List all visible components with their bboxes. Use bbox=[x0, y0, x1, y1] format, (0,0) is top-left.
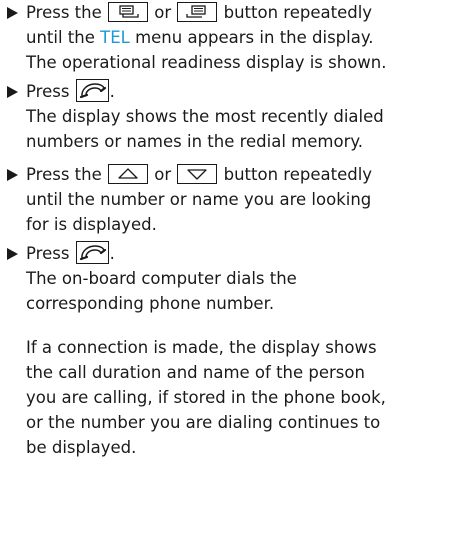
paragraph-line: be displayed. bbox=[26, 438, 137, 457]
step-text: or bbox=[149, 165, 177, 184]
connection-paragraph: If a connection is made, the display sho… bbox=[26, 335, 459, 460]
step-text: button repeatedly bbox=[218, 165, 373, 184]
phone-handset-icon bbox=[75, 79, 109, 102]
step-text: menu appears in the display. bbox=[129, 28, 374, 47]
phone-handset-icon bbox=[75, 241, 109, 264]
paragraph-line: the call duration and name of the person bbox=[26, 363, 365, 382]
step-2: Press . The display shows the most recen… bbox=[7, 79, 459, 154]
bullet-triangle-icon bbox=[7, 248, 18, 260]
step-text: until the bbox=[26, 28, 101, 47]
paragraph-line: If a connection is made, the display sho… bbox=[26, 338, 377, 357]
step-3: Press the or button repeatedly until the… bbox=[7, 162, 459, 237]
paragraph-line: you are calling, if stored in the phone … bbox=[26, 388, 386, 407]
step-text: Press bbox=[26, 82, 75, 101]
bullet-triangle-icon bbox=[7, 169, 18, 181]
step-result: numbers or names in the redial memory. bbox=[26, 132, 364, 151]
step-text: . bbox=[109, 82, 115, 101]
menu-name-tel: TEL bbox=[100, 28, 130, 47]
paragraph-line: or the number you are dialing continues … bbox=[26, 413, 381, 432]
step-text: for is displayed. bbox=[26, 215, 157, 234]
step-1: Press the or button repeatedly until the… bbox=[7, 0, 459, 75]
step-4: Press . The on-board computer dials the … bbox=[7, 241, 459, 316]
bullet-triangle-icon bbox=[7, 86, 18, 98]
step-result: The operational readiness display is sho… bbox=[26, 53, 387, 72]
step-text: button repeatedly bbox=[218, 3, 373, 22]
step-result: corresponding phone number. bbox=[26, 294, 275, 313]
step-result: The display shows the most recently dial… bbox=[26, 107, 384, 126]
instruction-page: Press the or button repeatedly until the… bbox=[0, 0, 463, 538]
arrow-up-icon bbox=[108, 164, 148, 184]
step-text: Press the bbox=[26, 165, 107, 184]
arrow-down-icon bbox=[177, 164, 218, 184]
display-right-icon bbox=[177, 2, 218, 22]
step-text: Press bbox=[26, 244, 75, 263]
display-left-icon bbox=[108, 2, 148, 22]
step-text: Press the bbox=[26, 3, 107, 22]
step-text: until the number or name you are looking bbox=[26, 190, 372, 209]
step-text: . bbox=[109, 244, 115, 263]
step-result: The on-board computer dials the bbox=[26, 269, 297, 288]
step-text: or bbox=[149, 3, 177, 22]
bullet-triangle-icon bbox=[7, 7, 18, 19]
